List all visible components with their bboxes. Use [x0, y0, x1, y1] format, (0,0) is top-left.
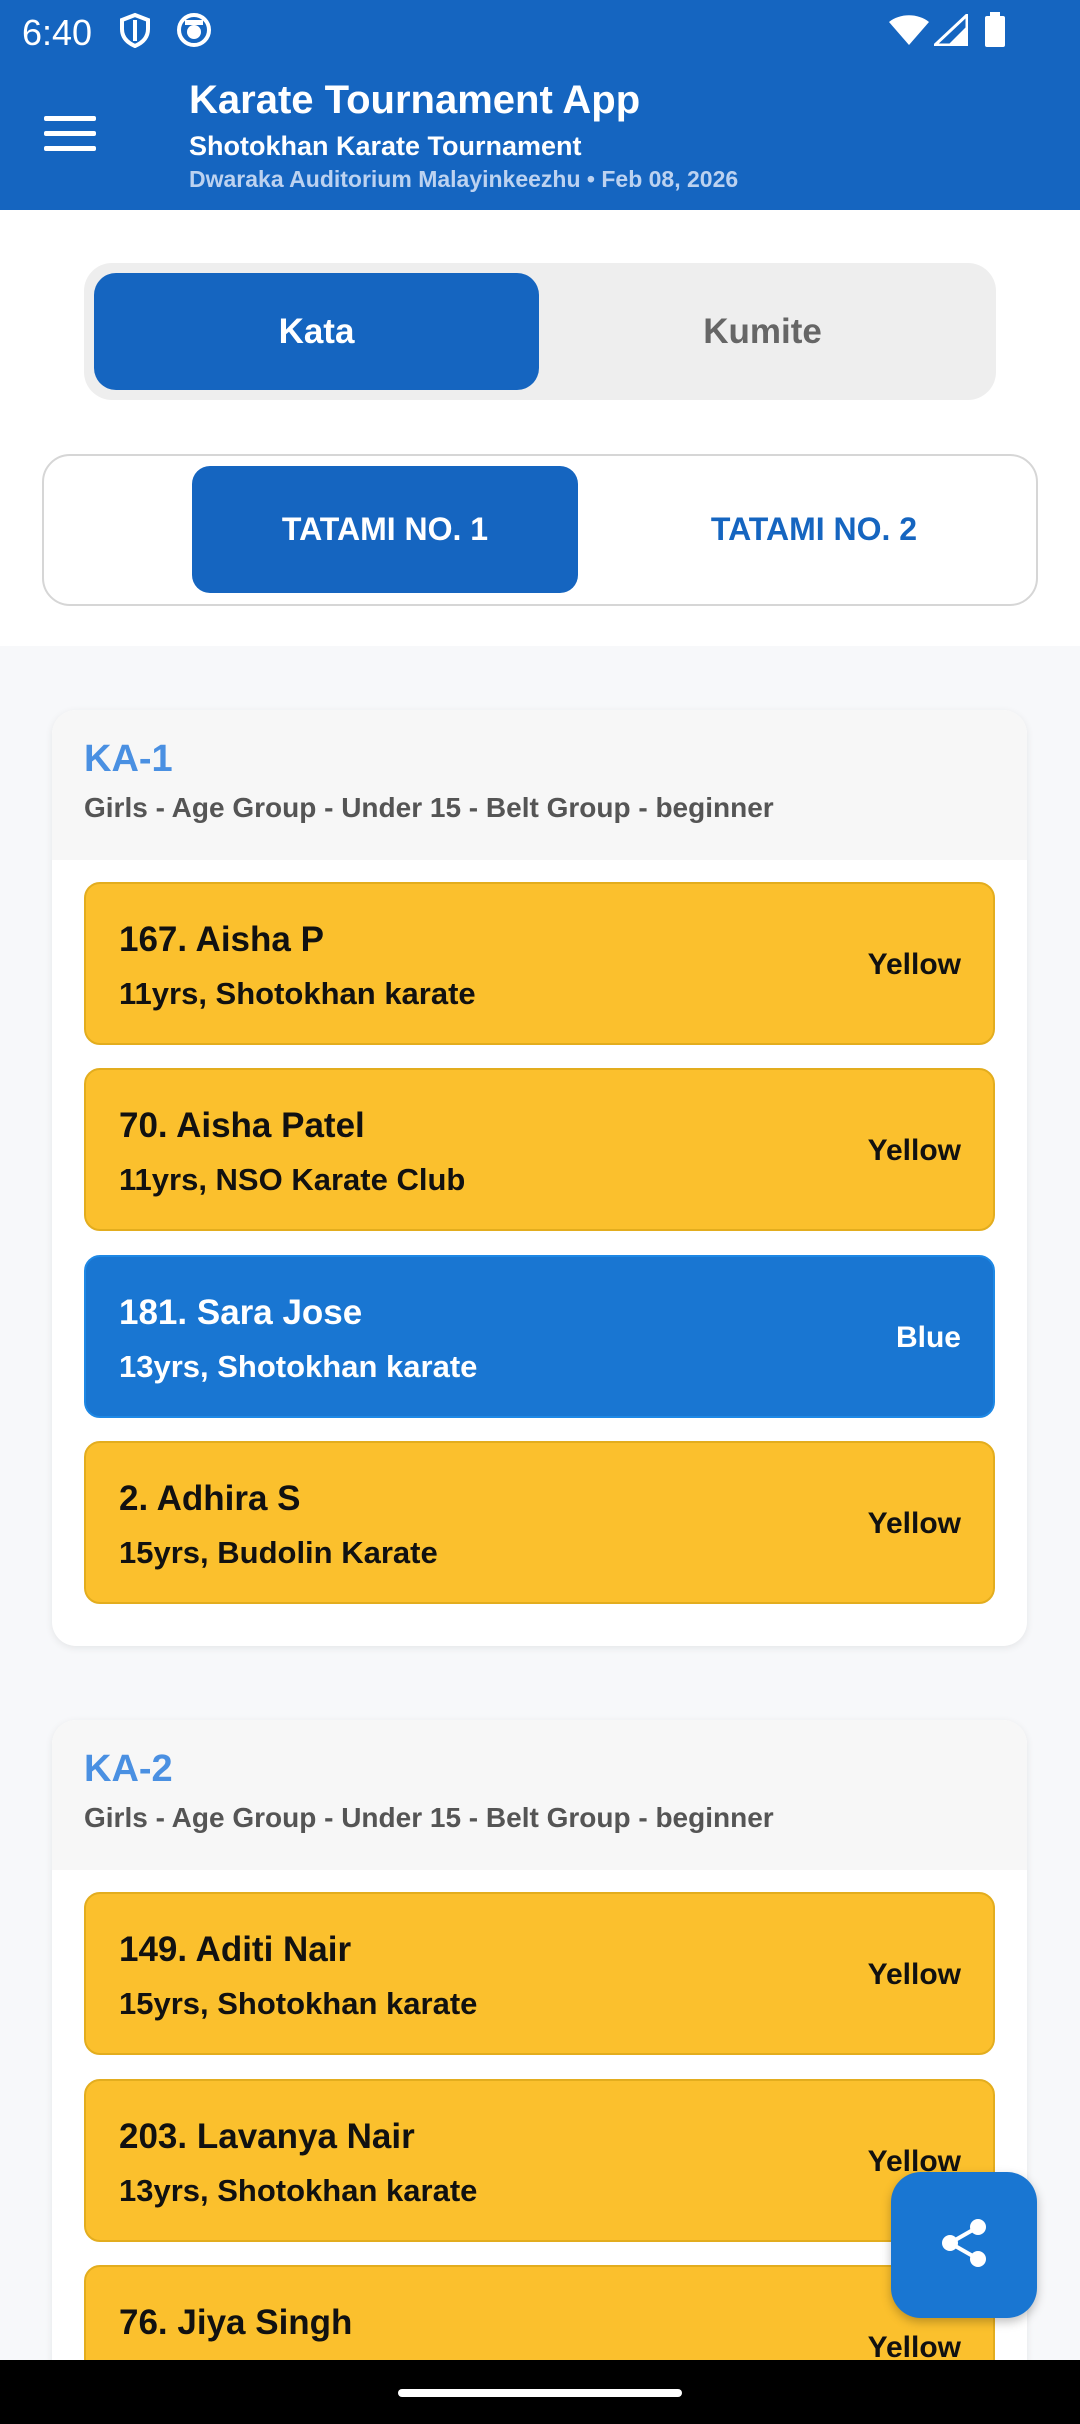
- category-code: KA-1: [84, 738, 173, 780]
- status-time: 6:40: [22, 12, 93, 53]
- share-icon: [936, 2215, 992, 2276]
- category-description: Girls - Age Group - Under 15 - Belt Grou…: [84, 792, 774, 823]
- system-nav-bar: [0, 2360, 1080, 2424]
- wifi-icon: [888, 14, 930, 51]
- belt-label: Blue: [895, 1321, 961, 1354]
- belt-label: Yellow: [867, 1958, 961, 1991]
- belt-label: Yellow: [867, 948, 961, 981]
- category-header: KA-2 Girls - Age Group - Under 15 - Belt…: [52, 1720, 1027, 1870]
- player-name: 203. Lavanya Nair: [119, 2117, 415, 2156]
- category-card: KA-1 Girls - Age Group - Under 15 - Belt…: [52, 710, 1027, 1646]
- player-info: 13yrs, Shotokhan karate: [119, 2173, 478, 2208]
- app-notification-icon: [176, 12, 212, 53]
- player-name: 70. Aisha Patel: [119, 1106, 365, 1145]
- belt-label: Yellow: [867, 1507, 961, 1540]
- player-row[interactable]: 181. Sara Jose 13yrs, Shotokhan karate B…: [84, 1255, 995, 1418]
- app-bar: Karate Tournament App Shotokhan Karate T…: [0, 64, 1080, 210]
- battery-icon: [984, 12, 1006, 53]
- app-title: Karate Tournament App: [189, 78, 641, 122]
- tab-kumite[interactable]: Kumite: [539, 273, 986, 390]
- filter-area: Kata Kumite TATAMI NO. 1 TATAMI NO. 2: [0, 210, 1080, 646]
- category-code: KA-2: [84, 1748, 173, 1790]
- player-row[interactable]: 203. Lavanya Nair 13yrs, Shotokhan karat…: [84, 2079, 995, 2242]
- player-row[interactable]: 167. Aisha P 11yrs, Shotokhan karate Yel…: [84, 882, 995, 1045]
- player-row[interactable]: 2. Adhira S 15yrs, Budolin Karate Yellow: [84, 1441, 995, 1604]
- player-info: 11yrs, NSO Karate Club: [119, 1162, 466, 1197]
- player-info: 15yrs, Shotokhan karate: [119, 1986, 478, 2021]
- belt-label: Yellow: [867, 1134, 961, 1167]
- category-header: KA-1 Girls - Age Group - Under 15 - Belt…: [52, 710, 1027, 860]
- player-info: 11yrs, Shotokhan karate: [119, 976, 476, 1011]
- player-info: 15yrs, Budolin Karate: [119, 1535, 438, 1570]
- category-card: KA-2 Girls - Age Group - Under 15 - Belt…: [52, 1720, 1027, 2420]
- player-info: 13yrs, Shotokhan karate: [119, 1349, 478, 1384]
- tab-tatami-2[interactable]: TATAMI NO. 2: [614, 466, 1014, 593]
- status-bar: 6:40: [0, 0, 1080, 64]
- tatami-selector: TATAMI NO. 1 TATAMI NO. 2: [42, 454, 1038, 606]
- event-type-toggle: Kata Kumite: [84, 263, 996, 400]
- player-name: 2. Adhira S: [119, 1479, 301, 1518]
- player-row[interactable]: 149. Aditi Nair 15yrs, Shotokhan karate …: [84, 1892, 995, 2055]
- home-gesture-handle[interactable]: [398, 2389, 682, 2397]
- hamburger-icon[interactable]: [44, 116, 96, 156]
- category-description: Girls - Age Group - Under 15 - Belt Grou…: [84, 1802, 774, 1833]
- tab-kata[interactable]: Kata: [94, 273, 539, 390]
- signal-icon: [931, 11, 969, 51]
- tab-tatami-1[interactable]: TATAMI NO. 1: [192, 466, 578, 593]
- player-name: 181. Sara Jose: [119, 1293, 363, 1332]
- venue-date: Dwaraka Auditorium Malayinkeezhu • Feb 0…: [189, 166, 739, 192]
- shield-icon: [118, 12, 152, 53]
- tournament-name: Shotokhan Karate Tournament: [189, 131, 582, 161]
- player-row[interactable]: 70. Aisha Patel 11yrs, NSO Karate Club Y…: [84, 1068, 995, 1231]
- player-name: 167. Aisha P: [119, 920, 324, 959]
- share-button[interactable]: [891, 2172, 1037, 2318]
- player-name: 76. Jiya Singh: [119, 2303, 353, 2342]
- player-name: 149. Aditi Nair: [119, 1930, 352, 1969]
